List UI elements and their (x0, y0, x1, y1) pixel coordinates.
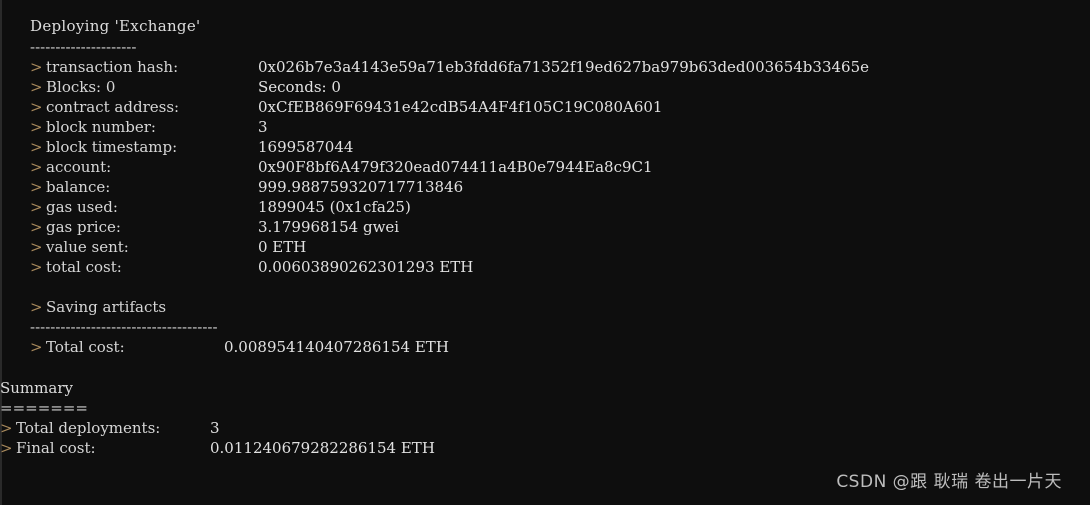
total-cost-value: 0.008954140407286154 ETH (224, 338, 449, 356)
chevron-icon: > (30, 298, 43, 316)
terminal-window: Deploying 'Exchange' -------------------… (0, 0, 1090, 505)
saving-artifacts-label: Saving artifacts (46, 298, 167, 316)
saving-artifacts-row: > Saving artifacts (30, 297, 1090, 317)
table-row: > Final cost: 0.011240679282286154 ETH (0, 438, 1090, 458)
chevron-icon: > (30, 178, 43, 196)
table-row: > gas used: 1899045 (0x1cfa25) (30, 197, 1090, 217)
row-value: 0.011240679282286154 ETH (210, 439, 435, 457)
total-cost-label: Total cost: (46, 338, 125, 356)
summary-title: Summary (0, 379, 73, 397)
row-label: value sent: (46, 238, 129, 256)
row-label: contract address: (46, 98, 180, 116)
table-row: > transaction hash: 0x026b7e3a4143e59a71… (30, 57, 1090, 77)
row-value: 3 (258, 118, 268, 136)
row-label: block number: (46, 118, 156, 136)
table-row: > Blocks: 0 Seconds: 0 (30, 77, 1090, 97)
chevron-icon: > (30, 138, 43, 156)
table-row: > balance: 999.988759320717713846 (30, 177, 1090, 197)
chevron-icon: > (30, 258, 43, 276)
chevron-icon: > (0, 419, 13, 437)
chevron-icon: > (30, 78, 43, 96)
terminal-output: Deploying 'Exchange' -------------------… (0, 0, 1090, 458)
row-label: Total deployments: (16, 419, 161, 437)
row-value: Seconds: 0 (258, 78, 341, 96)
row-value: 1699587044 (258, 138, 354, 156)
summary-block: Summary ======= > Total deployments: 3 >… (0, 378, 1090, 458)
total-cost-row: > Total cost: 0.008954140407286154 ETH (30, 337, 1090, 357)
row-value: 999.988759320717713846 (258, 178, 464, 196)
row-value: 3 (210, 419, 220, 437)
csdn-watermark: CSDN @跟 耿瑞 卷出一片天 (836, 472, 1062, 492)
row-value: 0 ETH (258, 238, 307, 256)
row-label: Final cost: (16, 439, 96, 457)
chevron-icon: > (30, 338, 43, 356)
row-label: balance: (46, 178, 111, 196)
row-value: 3.179968154 gwei (258, 218, 400, 236)
row-label: gas price: (46, 218, 121, 236)
table-row: > block timestamp: 1699587044 (30, 137, 1090, 157)
table-row: > total cost: 0.00603890262301293 ETH (30, 257, 1090, 277)
chevron-icon: > (30, 98, 43, 116)
table-row: > Total deployments: 3 (0, 418, 1090, 438)
chevron-icon: > (0, 439, 13, 457)
row-value: 1899045 (0x1cfa25) (258, 198, 411, 216)
saving-artifacts-rule: ------------------------------------- (30, 318, 218, 336)
table-row: > account: 0x90F8bf6A479f320ead074411a4B… (30, 157, 1090, 177)
chevron-icon: > (30, 58, 43, 76)
chevron-icon: > (30, 158, 43, 176)
table-row: > value sent: 0 ETH (30, 237, 1090, 257)
row-label: total cost: (46, 258, 122, 276)
summary-rule: ======= (0, 399, 88, 417)
row-label: gas used: (46, 198, 118, 216)
chevron-icon: > (30, 218, 43, 236)
row-label: transaction hash: (46, 58, 179, 76)
row-value: 0x90F8bf6A479f320ead074411a4B0e7944Ea8c9… (258, 158, 653, 176)
row-label: account: (46, 158, 112, 176)
deployment-title: Deploying 'Exchange' (30, 17, 201, 35)
deployment-title-rule: --------------------- (30, 38, 137, 56)
deployment-block: Deploying 'Exchange' -------------------… (0, 0, 1090, 357)
table-row: > block number: 3 (30, 117, 1090, 137)
table-row: > contract address: 0xCfEB869F69431e42cd… (30, 97, 1090, 117)
row-label: block timestamp: (46, 138, 178, 156)
chevron-icon: > (30, 238, 43, 256)
chevron-icon: > (30, 118, 43, 136)
row-label: Blocks: 0 (46, 78, 116, 96)
row-value: 0.00603890262301293 ETH (258, 258, 474, 276)
chevron-icon: > (30, 198, 43, 216)
table-row: > gas price: 3.179968154 gwei (30, 217, 1090, 237)
row-value: 0x026b7e3a4143e59a71eb3fdd6fa71352f19ed6… (258, 58, 869, 76)
row-value: 0xCfEB869F69431e42cdB54A4F4f105C19C080A6… (258, 98, 663, 116)
